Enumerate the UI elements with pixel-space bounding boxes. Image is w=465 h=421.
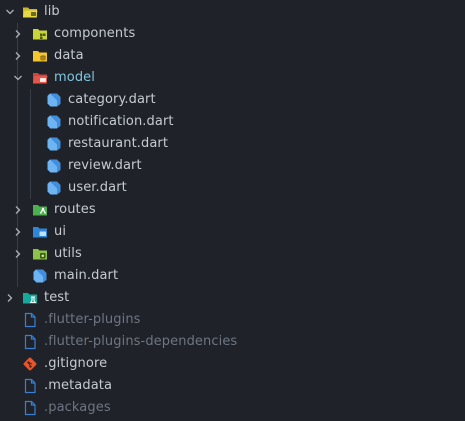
chevron-right-icon[interactable] bbox=[12, 199, 24, 221]
file-notification-dart[interactable]: notification.dart bbox=[0, 111, 465, 133]
file-icon bbox=[22, 334, 38, 350]
chevron-right-icon[interactable] bbox=[12, 221, 24, 243]
folder-components[interactable]: components bbox=[0, 23, 465, 45]
file-restaurant-dart[interactable]: restaurant.dart bbox=[0, 133, 465, 155]
utils-folder-icon bbox=[32, 246, 48, 262]
file-label: .flutter-plugins-dependencies bbox=[44, 334, 238, 349]
file-label: notification.dart bbox=[68, 114, 174, 129]
file-icon bbox=[22, 378, 38, 394]
folder-model[interactable]: model bbox=[0, 67, 465, 89]
dart-icon bbox=[46, 136, 62, 152]
model-folder-icon bbox=[32, 70, 48, 86]
file-packages[interactable]: .packages bbox=[0, 397, 465, 419]
folder-label: components bbox=[54, 26, 136, 41]
file-label: user.dart bbox=[68, 180, 127, 195]
folder-label: ui bbox=[54, 224, 67, 239]
file-flutter-plugins-dependencies[interactable]: .flutter-plugins-dependencies bbox=[0, 331, 465, 353]
folder-ui[interactable]: ui bbox=[0, 221, 465, 243]
file-label: .gitignore bbox=[44, 356, 108, 371]
folder-label: model bbox=[54, 70, 95, 85]
file-user-dart[interactable]: user.dart bbox=[0, 177, 465, 199]
file-icon bbox=[22, 312, 38, 328]
folder-utils[interactable]: utils bbox=[0, 243, 465, 265]
file-label: restaurant.dart bbox=[68, 136, 169, 151]
file-category-dart[interactable]: category.dart bbox=[0, 89, 465, 111]
folder-data[interactable]: data bbox=[0, 45, 465, 67]
file-flutter-plugins[interactable]: .flutter-plugins bbox=[0, 309, 465, 331]
file-icon bbox=[22, 400, 38, 416]
folder-label: utils bbox=[54, 246, 82, 261]
file-gitignore[interactable]: .gitignore bbox=[0, 353, 465, 375]
dart-icon bbox=[46, 92, 62, 108]
file-label: category.dart bbox=[68, 92, 156, 107]
chevron-right-icon[interactable] bbox=[12, 243, 24, 265]
chevron-down-icon[interactable] bbox=[12, 67, 24, 89]
folder-lib[interactable]: lib bbox=[0, 1, 465, 23]
file-explorer-tree: lib components data model category.dart … bbox=[0, 0, 465, 421]
folder-label: routes bbox=[54, 202, 96, 217]
chevron-down-icon[interactable] bbox=[4, 1, 16, 23]
dart-icon bbox=[46, 180, 62, 196]
chevron-right-icon[interactable] bbox=[4, 287, 16, 309]
chevron-right-icon[interactable] bbox=[12, 23, 24, 45]
folder-label: lib bbox=[44, 4, 60, 19]
folder-label: test bbox=[44, 290, 70, 305]
file-label: review.dart bbox=[68, 158, 142, 173]
dart-icon bbox=[32, 268, 48, 284]
ui-folder-icon bbox=[32, 224, 48, 240]
dart-icon bbox=[46, 114, 62, 130]
components-folder-icon bbox=[32, 26, 48, 42]
file-metadata[interactable]: .metadata bbox=[0, 375, 465, 397]
chevron-right-icon[interactable] bbox=[12, 45, 24, 67]
folder-label: data bbox=[54, 48, 84, 63]
git-icon bbox=[22, 356, 38, 372]
folder-routes[interactable]: routes bbox=[0, 199, 465, 221]
file-label: .metadata bbox=[44, 378, 113, 393]
file-review-dart[interactable]: review.dart bbox=[0, 155, 465, 177]
file-label: .packages bbox=[44, 400, 111, 415]
file-label: .flutter-plugins bbox=[44, 312, 141, 327]
file-label: main.dart bbox=[54, 268, 119, 283]
file-main-dart[interactable]: main.dart bbox=[0, 265, 465, 287]
folder-test[interactable]: test bbox=[0, 287, 465, 309]
data-folder-icon bbox=[32, 48, 48, 64]
test-folder-icon bbox=[22, 290, 38, 306]
routes-folder-icon bbox=[32, 202, 48, 218]
lib-folder-icon bbox=[22, 4, 38, 20]
dart-icon bbox=[46, 158, 62, 174]
